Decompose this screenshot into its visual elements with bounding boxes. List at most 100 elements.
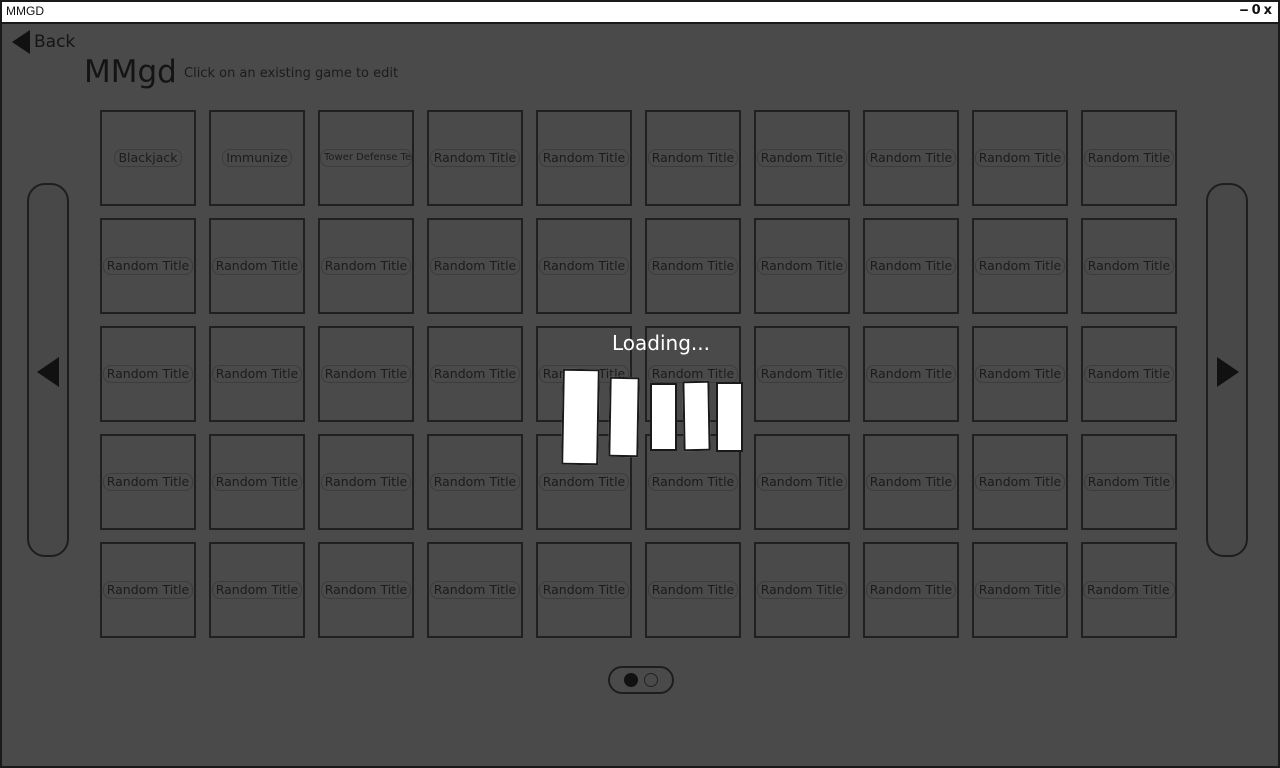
game-tile[interactable]: Random Title <box>863 542 959 638</box>
game-tile-title: Random Title <box>974 149 1066 167</box>
game-tile-title: Random Title <box>211 581 303 599</box>
window-titlebar: MMGD ‒ 0 x <box>2 2 1278 24</box>
game-tile-title: Random Title <box>429 581 521 599</box>
game-tile-title: Random Title <box>756 257 848 275</box>
game-tile[interactable]: Random Title <box>1081 218 1177 314</box>
game-tile-title: Random Title <box>756 365 848 383</box>
game-tile[interactable]: Random Title <box>100 218 196 314</box>
game-tile-title: Random Title <box>865 365 957 383</box>
game-tile[interactable]: Random Title <box>972 110 1068 206</box>
game-tile[interactable]: Random Title <box>427 110 523 206</box>
game-tile-title: Random Title <box>102 581 194 599</box>
game-tile[interactable]: Random Title <box>754 434 850 530</box>
game-tile-title: Random Title <box>538 473 630 491</box>
game-tile[interactable]: Random Title <box>972 326 1068 422</box>
page-dot-1[interactable] <box>624 673 638 687</box>
game-tile[interactable]: Random Title <box>645 110 741 206</box>
game-tile-title: Random Title <box>320 365 412 383</box>
page-indicator <box>608 666 674 694</box>
next-page-button[interactable] <box>1206 183 1248 557</box>
game-tile[interactable]: Random Title <box>972 434 1068 530</box>
game-tile[interactable]: Random Title <box>536 110 632 206</box>
game-tile-title: Random Title <box>647 257 739 275</box>
game-tile[interactable]: Random Title <box>1081 434 1177 530</box>
game-tile[interactable]: Random Title <box>1081 110 1177 206</box>
game-tile-title: Random Title <box>756 581 848 599</box>
game-tile[interactable]: Random Title <box>536 542 632 638</box>
game-tile[interactable]: Random Title <box>863 326 959 422</box>
game-tile-title: Random Title <box>647 581 739 599</box>
game-tile[interactable]: Random Title <box>427 218 523 314</box>
game-tile-title: Random Title <box>211 257 303 275</box>
game-tile-title: Random Title <box>756 473 848 491</box>
game-tile[interactable]: Random Title <box>754 542 850 638</box>
page-title: MMgd <box>84 54 177 90</box>
game-tile-title: Random Title <box>320 257 412 275</box>
game-tile[interactable]: Random Title <box>318 218 414 314</box>
game-tile[interactable]: Random Title <box>863 434 959 530</box>
game-tile[interactable]: Random Title <box>754 110 850 206</box>
game-tile-title: Random Title <box>429 365 521 383</box>
game-tile[interactable]: Random Title <box>209 434 305 530</box>
game-tile[interactable]: Random Title <box>100 326 196 422</box>
game-tile-title: Random Title <box>320 581 412 599</box>
loading-bar-3 <box>650 383 677 451</box>
game-tile[interactable]: Random Title <box>1081 326 1177 422</box>
game-tile[interactable]: Random Title <box>754 218 850 314</box>
game-tile-title: Random Title 49 <box>1083 581 1175 599</box>
game-tile-title: Random Title <box>865 581 957 599</box>
game-tile[interactable]: Random Title <box>318 326 414 422</box>
game-tile[interactable]: Random Title <box>645 542 741 638</box>
loading-bar-1 <box>561 368 600 466</box>
game-tile-title: Random Title <box>429 257 521 275</box>
game-tile[interactable]: Blackjack <box>100 110 196 206</box>
game-tile[interactable]: Random Title <box>427 434 523 530</box>
game-tile-title: Random Title <box>211 365 303 383</box>
game-tile[interactable]: Random Title <box>100 542 196 638</box>
triangle-right-icon <box>1217 357 1239 387</box>
game-tile-title: Random Title <box>647 473 739 491</box>
maximize-icon[interactable]: 0 <box>1252 3 1261 19</box>
game-tile-title: Random Title <box>538 581 630 599</box>
game-tile[interactable]: Random Title <box>209 326 305 422</box>
triangle-left-icon <box>37 357 59 387</box>
game-tile[interactable]: Immunize <box>209 110 305 206</box>
game-tile-title: Random Title <box>865 473 957 491</box>
game-tile-title: Random Title <box>974 257 1066 275</box>
game-tile[interactable]: Random Title <box>100 434 196 530</box>
game-tile[interactable]: Random Title <box>645 218 741 314</box>
close-icon[interactable]: x <box>1264 3 1272 19</box>
window-title: MMGD <box>6 4 44 18</box>
page-subtitle: Click on an existing game to edit <box>184 66 399 81</box>
game-tile-title: Tower Defense Test <box>320 149 412 167</box>
app-window: MMGD ‒ 0 x Back MMgd Click on an existin… <box>0 0 1280 768</box>
game-tile[interactable]: Random Title <box>427 542 523 638</box>
prev-page-button[interactable] <box>27 183 69 557</box>
game-tile[interactable]: Random Title <box>972 542 1068 638</box>
game-tile[interactable]: Random Title <box>318 542 414 638</box>
game-tile[interactable]: Tower Defense Test <box>318 110 414 206</box>
game-tile-title: Random Title <box>102 473 194 491</box>
page-dot-2[interactable] <box>644 673 658 687</box>
game-tile-title: Random Title <box>1083 365 1175 383</box>
game-tile[interactable]: Random Title <box>754 326 850 422</box>
game-tile[interactable]: Random Title <box>863 110 959 206</box>
game-tile[interactable]: Random Title <box>209 218 305 314</box>
game-tile[interactable]: Random Title <box>209 542 305 638</box>
loading-bar-5 <box>716 382 743 452</box>
minimize-icon[interactable]: ‒ <box>1240 3 1249 19</box>
back-arrow-icon <box>12 30 30 54</box>
game-tile[interactable]: Random Title <box>427 326 523 422</box>
game-tile-title: Random Title <box>865 149 957 167</box>
game-tile[interactable]: Random Title <box>536 218 632 314</box>
game-tile-title: Random Title <box>865 257 957 275</box>
game-tile[interactable]: Random Title <box>863 218 959 314</box>
game-tile-title: Random Title <box>756 149 848 167</box>
game-tile[interactable]: Random Title <box>318 434 414 530</box>
loading-text: Loading... <box>612 331 710 355</box>
game-tile[interactable]: Random Title <box>972 218 1068 314</box>
game-tile[interactable]: Random Title 49 <box>1081 542 1177 638</box>
game-tile-title: Random Title <box>1083 149 1175 167</box>
game-tile-title: Random Title <box>647 149 739 167</box>
back-button[interactable]: Back <box>12 30 75 54</box>
